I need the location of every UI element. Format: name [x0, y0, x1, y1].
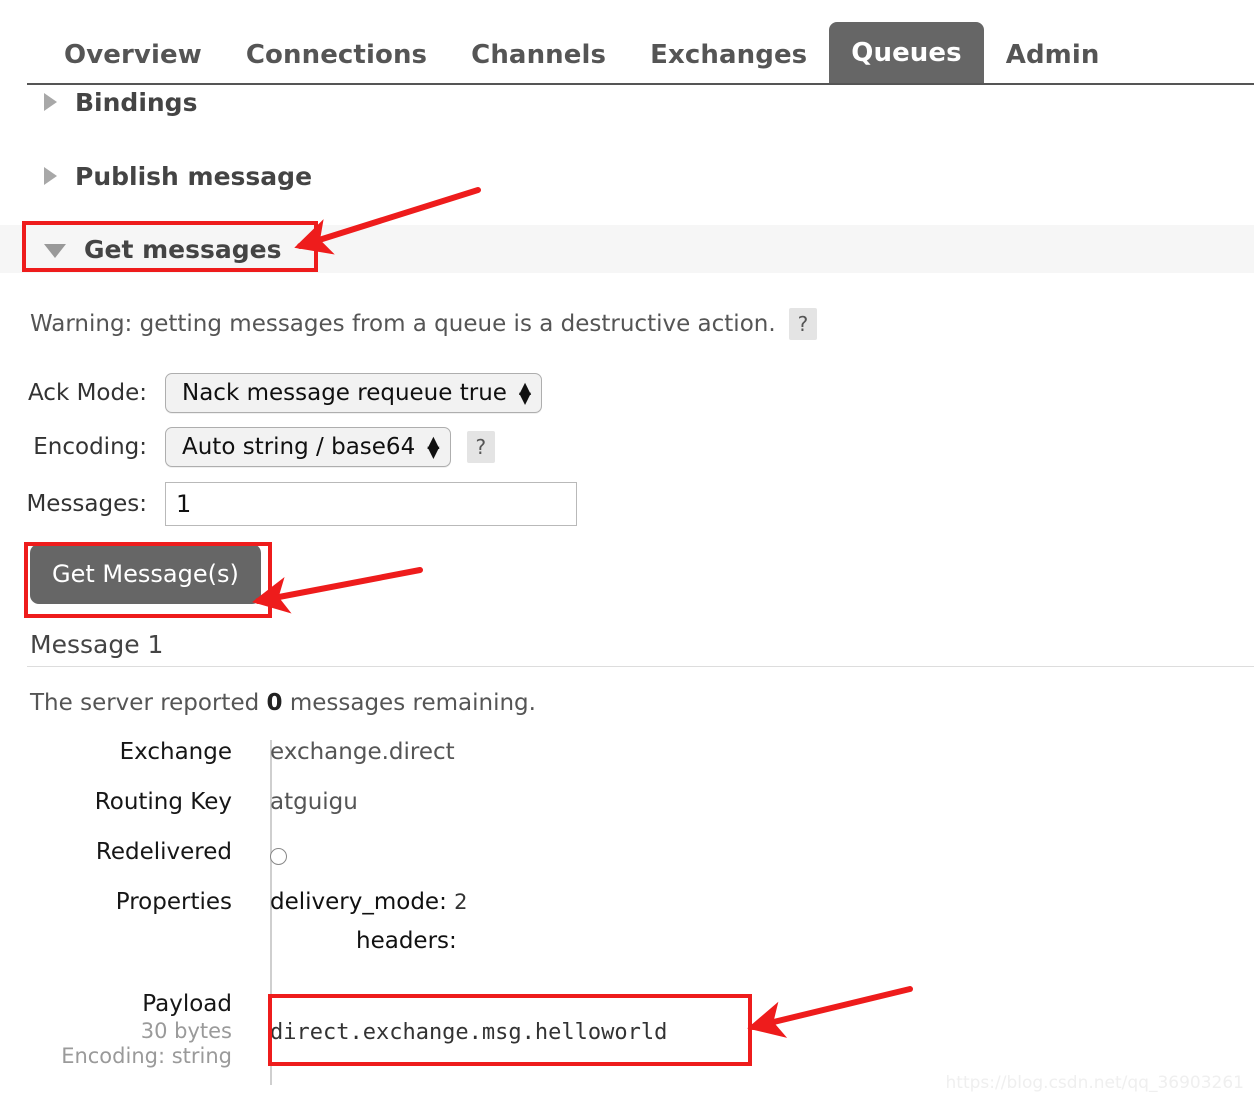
message-heading-divider [27, 666, 1254, 667]
nav-tab-overview[interactable]: Overview [42, 28, 224, 84]
encoding-select[interactable]: Auto string / base64 ▲ ▼ [165, 427, 451, 467]
table-row: Routing Key atguigu [0, 788, 1254, 838]
message-details-table: Exchange exchange.direct Routing Key atg… [0, 738, 1254, 1084]
detail-value-properties: delivery_mode: 2 headers: [252, 888, 1254, 956]
nav-tab-exchanges[interactable]: Exchanges [628, 28, 829, 84]
section-header-publish-message[interactable]: Publish message [0, 152, 1254, 200]
message-result-heading: Message 1 [30, 630, 164, 659]
section-header-bindings[interactable]: Bindings [0, 78, 1254, 126]
warning-text: Warning: getting messages from a queue i… [30, 311, 776, 337]
redelivered-radio-icon [270, 848, 287, 865]
ack-mode-row: Ack Mode: Nack message requeue true ▲ ▼ [0, 373, 543, 413]
detail-label-redelivered: Redelivered [95, 839, 232, 865]
encoding-label: Encoding: [33, 434, 147, 460]
stepper-arrows-icon: ▲ ▼ [427, 432, 440, 461]
ack-mode-select[interactable]: Nack message requeue true ▲ ▼ [165, 373, 543, 413]
chevron-right-icon [44, 167, 57, 185]
property-delivery-mode-value: 2 [454, 890, 468, 914]
nav-tab-list: Overview Connections Channels Exchanges … [0, 14, 1121, 84]
section-title-get-messages: Get messages [84, 234, 282, 264]
server-report-count: 0 [266, 690, 283, 716]
payload-label-text: Payload [142, 991, 232, 1017]
detail-label-routing-key: Routing Key [94, 789, 232, 815]
detail-label-payload: Payload 30 bytes Encoding: string [0, 984, 252, 1070]
messages-count-label: Messages: [26, 491, 147, 517]
detail-value-routing-key: atguigu [270, 789, 358, 815]
payload-encoding: Encoding: string [61, 1044, 232, 1069]
ack-mode-selected-value: Nack message requeue true [182, 380, 507, 406]
detail-value-redelivered [252, 838, 1254, 867]
table-row: Properties delivery_mode: 2 headers: [0, 888, 1254, 984]
table-row: Redelivered [0, 838, 1254, 888]
ack-mode-label: Ack Mode: [27, 380, 147, 406]
messages-count-row: Messages: [0, 482, 577, 526]
property-headers-key: headers: [356, 927, 457, 954]
nav-tab-connections[interactable]: Connections [224, 28, 449, 84]
property-delivery-mode: delivery_mode: 2 [270, 888, 1254, 917]
detail-value-payload: direct.exchange.msg.helloworld [252, 984, 1254, 1047]
property-delivery-mode-key: delivery_mode: [270, 889, 447, 915]
stepper-arrows-icon: ▲ ▼ [518, 378, 532, 407]
warning-help-icon[interactable]: ? [788, 308, 818, 340]
arrow-to-get-message-button [252, 567, 423, 614]
detail-label-exchange: Exchange [119, 739, 232, 765]
server-report-line: The server reported 0 messages remaining… [30, 690, 536, 716]
server-report-suffix: messages remaining. [282, 690, 536, 716]
section-title-bindings: Bindings [75, 87, 198, 117]
nav-tab-queues[interactable]: Queues [829, 22, 984, 84]
detail-label-properties: Properties [115, 889, 232, 915]
server-report-prefix: The server reported [30, 690, 267, 716]
table-row: Exchange exchange.direct [0, 738, 1254, 788]
destructive-action-warning: Warning: getting messages from a queue i… [30, 308, 818, 340]
nav-tab-admin[interactable]: Admin [984, 28, 1122, 84]
csdn-watermark: https://blog.csdn.net/qq_36903261 [945, 1073, 1244, 1093]
payload-size: 30 bytes [140, 1018, 232, 1043]
messages-count-input[interactable] [165, 482, 577, 526]
get-messages-button[interactable]: Get Message(s) [30, 544, 261, 604]
nav-tab-channels[interactable]: Channels [449, 28, 628, 84]
main-navigation: Overview Connections Channels Exchanges … [0, 0, 1254, 85]
table-row: Payload 30 bytes Encoding: string direct… [0, 984, 1254, 1084]
encoding-selected-value: Auto string / base64 [182, 434, 416, 460]
encoding-help-icon[interactable]: ? [466, 431, 496, 463]
detail-value-exchange: exchange.direct [270, 739, 455, 765]
chevron-down-icon [44, 243, 66, 258]
section-header-get-messages[interactable]: Get messages [0, 225, 1254, 273]
chevron-right-icon [44, 93, 57, 111]
payload-content: direct.exchange.msg.helloworld [270, 1020, 668, 1045]
section-title-publish-message: Publish message [75, 161, 313, 191]
encoding-row: Encoding: Auto string / base64 ▲ ▼ ? [0, 427, 496, 467]
